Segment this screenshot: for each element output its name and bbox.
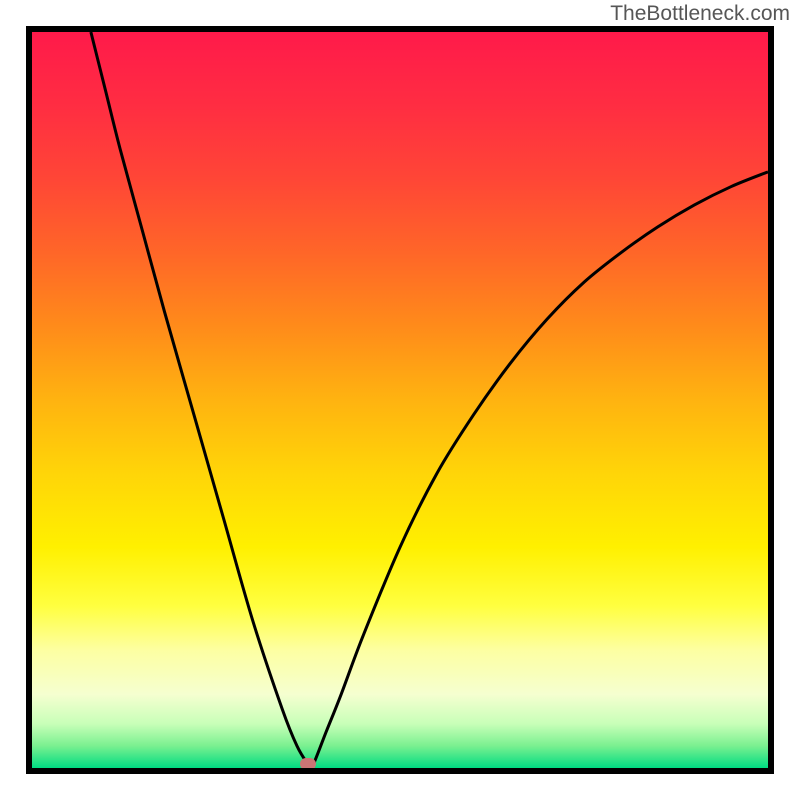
- watermark-text: TheBottleneck.com: [610, 2, 790, 26]
- optimal-point-marker: [300, 758, 316, 768]
- chart-frame: [26, 26, 774, 774]
- plot-area: [32, 32, 768, 768]
- gradient-background: [32, 32, 768, 768]
- chart-svg: [32, 32, 768, 768]
